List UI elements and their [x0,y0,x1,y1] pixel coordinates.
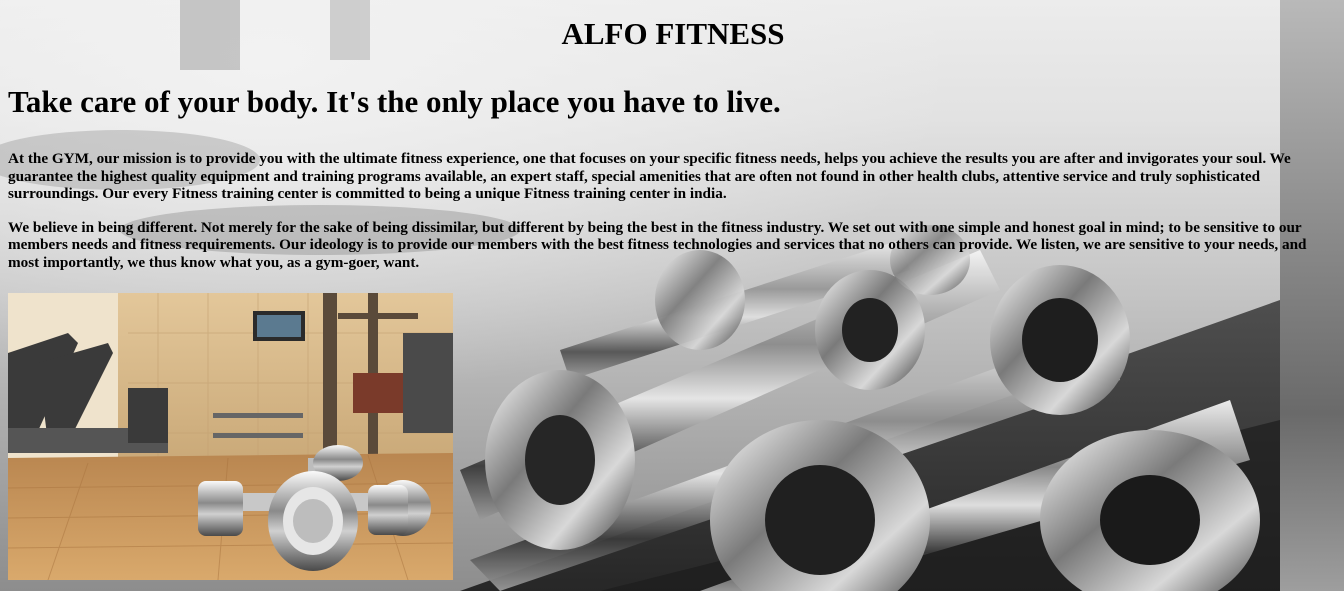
site-title: ALFO FITNESS [561,16,785,51]
tagline-heading: Take care of your body. It's the only pl… [8,84,781,119]
gym-photo [8,293,453,580]
page-content: ALFO FITNESS Take care of your body. It'… [8,0,1336,271]
about-paragraph: We believe in being different. Not merel… [8,218,1307,271]
mission-paragraph: At the GYM, our mission is to provide yo… [8,150,1291,202]
gym-floor-illustration [8,293,453,580]
